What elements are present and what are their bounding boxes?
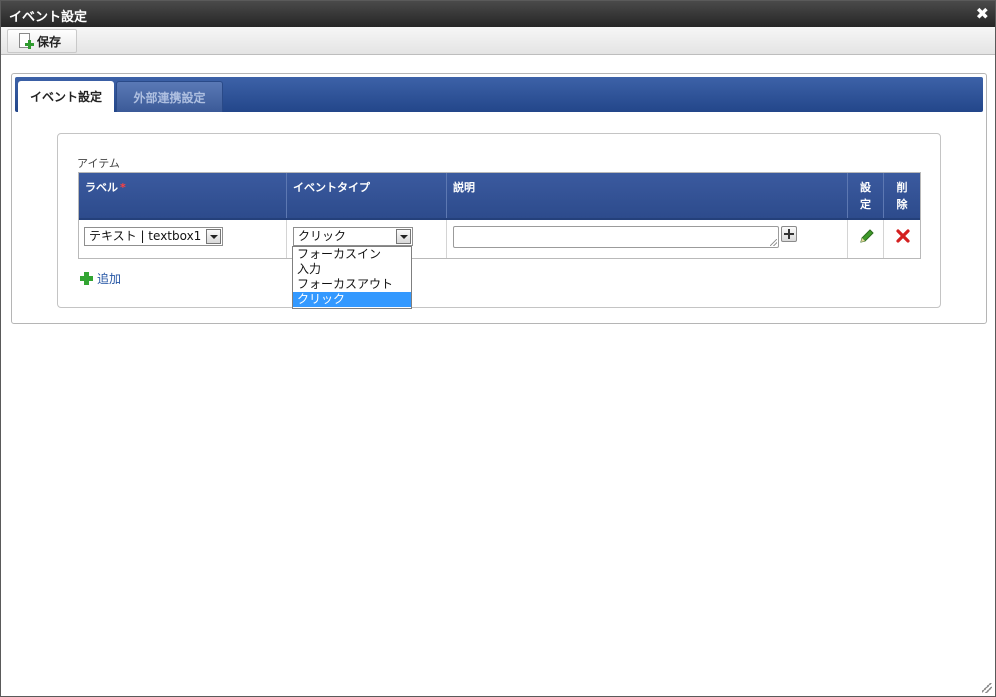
- tab-event-settings[interactable]: イベント設定: [18, 81, 114, 112]
- items-fieldset: アイテム ラベル * イベントタイプ 説明 設定 削除 テキスト | textb…: [57, 133, 941, 308]
- items-table: ラベル * イベントタイプ 説明 設定 削除 テキスト | textbox1 ク…: [78, 172, 921, 259]
- close-icon[interactable]: ✖: [976, 4, 989, 23]
- tab-external-integration[interactable]: 外部連携設定: [116, 81, 223, 112]
- window-title: イベント設定: [9, 10, 88, 25]
- description-cell: [447, 220, 848, 258]
- dropdown-option-input[interactable]: 入力: [293, 262, 411, 277]
- settings-panel: イベント設定 外部連携設定 アイテム ラベル * イベントタイプ 説明 設定 削除: [11, 73, 987, 324]
- tab-bar: イベント設定 外部連携設定: [15, 77, 983, 112]
- dropdown-option-focus-out[interactable]: フォーカスアウト: [293, 277, 411, 292]
- dropdown-option-focus-in[interactable]: フォーカスイン: [293, 247, 411, 262]
- add-item-label: 追加: [97, 272, 122, 286]
- dropdown-option-click[interactable]: クリック: [293, 292, 411, 307]
- add-icon: [80, 272, 93, 285]
- pencil-icon[interactable]: [859, 228, 875, 244]
- event-type-dropdown-list[interactable]: フォーカスイン 入力 フォーカスアウト クリック: [292, 246, 412, 309]
- delete-cell: [884, 220, 920, 258]
- column-header-event-type: イベントタイプ: [287, 173, 447, 218]
- column-header-label: ラベル *: [79, 173, 287, 218]
- chevron-down-icon[interactable]: [206, 229, 221, 244]
- window-titlebar: イベント設定 ✖: [1, 1, 995, 27]
- expand-description-button[interactable]: [781, 226, 797, 242]
- save-button[interactable]: 保存: [7, 29, 77, 53]
- label-select[interactable]: テキスト | textbox1: [84, 227, 223, 246]
- save-button-label: 保存: [37, 34, 62, 49]
- resize-grip-icon[interactable]: [770, 239, 777, 246]
- table-row: テキスト | textbox1 クリック: [79, 220, 920, 258]
- toolbar: 保存: [1, 27, 995, 55]
- new-document-icon: [19, 33, 34, 49]
- add-item-link[interactable]: 追加: [80, 270, 121, 287]
- table-header: ラベル * イベントタイプ 説明 設定 削除: [79, 173, 920, 220]
- event-settings-window: イベント設定 ✖ 保存 イベント設定 外部連携設定 アイテム ラベル * イベント…: [0, 0, 996, 697]
- required-mark: *: [120, 181, 126, 194]
- window-resize-grip-icon[interactable]: [982, 683, 992, 693]
- column-header-delete: 削除: [896, 181, 908, 211]
- column-header-description: 説明: [447, 173, 848, 218]
- description-textarea[interactable]: [453, 226, 779, 248]
- event-type-select[interactable]: クリック: [293, 227, 413, 246]
- items-legend: アイテム: [77, 157, 120, 170]
- chevron-down-icon[interactable]: [396, 229, 411, 244]
- delete-icon[interactable]: [895, 228, 911, 244]
- label-cell: テキスト | textbox1: [79, 220, 287, 258]
- settings-cell: [848, 220, 884, 258]
- column-header-settings: 設定: [848, 173, 884, 218]
